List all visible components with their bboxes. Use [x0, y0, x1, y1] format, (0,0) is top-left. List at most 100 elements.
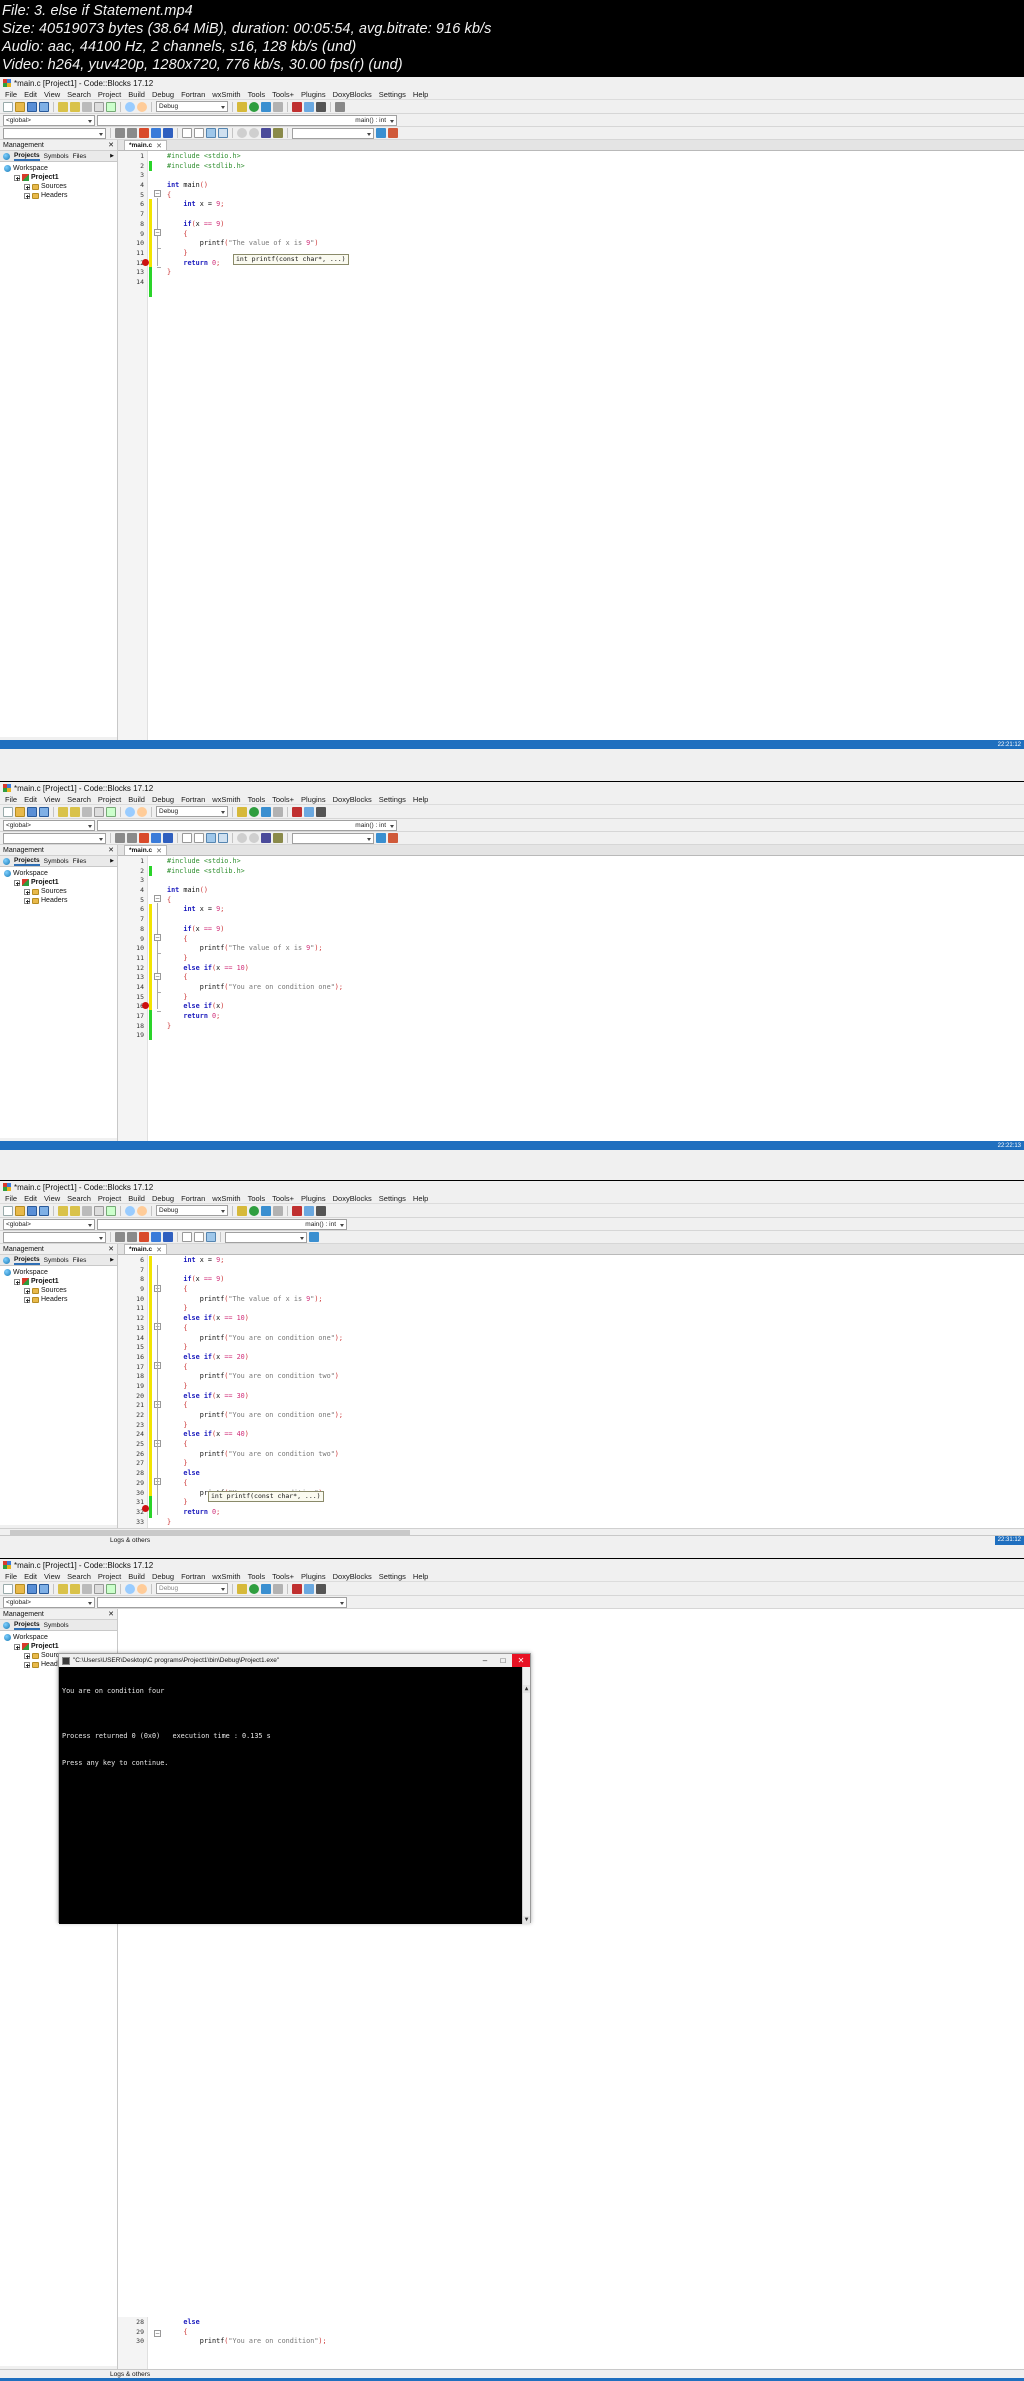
paste-icon[interactable]	[106, 1205, 116, 1216]
code-line[interactable]: {	[167, 896, 1024, 906]
search-combo[interactable]	[3, 832, 106, 844]
scope-global-combo[interactable]: <global>	[3, 114, 95, 126]
frame-icon[interactable]	[218, 833, 228, 843]
paste-icon[interactable]	[106, 806, 116, 817]
menu-wxsmith[interactable]: wxSmith	[212, 795, 240, 804]
new-file-icon[interactable]	[3, 1583, 13, 1594]
fold-toggle[interactable]: –	[154, 973, 161, 980]
code-line[interactable]: int main()	[167, 886, 1024, 896]
undo-icon[interactable]	[58, 1205, 68, 1216]
menu-project[interactable]: Project	[98, 1572, 121, 1581]
scope-toolbar-2[interactable]: <global> main() : int	[0, 819, 1024, 832]
run-icon[interactable]	[249, 101, 259, 112]
menu-build[interactable]: Build	[128, 1194, 145, 1203]
bookmark-icon[interactable]	[151, 128, 161, 138]
replace-icon[interactable]	[137, 101, 147, 112]
debug-continue-icon[interactable]	[292, 806, 302, 817]
tab-projects[interactable]: Projects	[14, 152, 40, 161]
tree-node-project1[interactable]: Project1	[0, 1277, 117, 1286]
menu-file[interactable]: File	[5, 90, 17, 99]
code-line[interactable]: printf("You are on condition two")	[167, 1450, 1024, 1460]
code-line[interactable]: }	[167, 993, 1024, 1003]
tree-node-project1[interactable]: Project1	[0, 878, 117, 887]
menu-build[interactable]: Build	[128, 90, 145, 99]
code-view-3[interactable]: 6 7 8 9 10 11 12 13 14 15 16 17 18 19 20 21 22 23 24 25 26 27…	[118, 1255, 1024, 1528]
close-icon[interactable]: ✕	[108, 846, 114, 854]
close-icon[interactable]: ✕	[156, 1246, 162, 1254]
menu-bar-4[interactable]: File Edit View Search Project Build Debu…	[0, 1571, 1024, 1582]
console-title-bar[interactable]: "C:\Users\USER\Desktop\C programs\Projec…	[59, 1654, 530, 1667]
tab-projects[interactable]: Projects	[14, 1621, 40, 1630]
code-line[interactable]: {	[167, 1363, 1024, 1373]
code-line[interactable]: {	[167, 1440, 1024, 1450]
cut-icon[interactable]	[82, 806, 92, 817]
debug-continue-icon[interactable]	[292, 101, 302, 112]
editor-tab-main-c[interactable]: *main.c ✕	[124, 1244, 167, 1254]
minimize-button[interactable]: –	[476, 1654, 494, 1667]
code-line[interactable]: {	[167, 1401, 1024, 1411]
redo-icon[interactable]	[70, 101, 80, 112]
fold-margin-3[interactable]: – – – – – –	[153, 1255, 163, 1528]
tab-projects[interactable]: Projects	[14, 857, 40, 866]
tree-node-workspace[interactable]: Workspace	[0, 164, 117, 173]
cut-icon[interactable]	[82, 1583, 92, 1594]
menu-plugins[interactable]: Plugins	[301, 90, 326, 99]
save-icon[interactable]	[27, 806, 37, 817]
doxy-settings-icon[interactable]	[388, 128, 398, 138]
code-line[interactable]: int x = 9;	[167, 1256, 1024, 1266]
breakpoint-marker[interactable]	[142, 259, 149, 266]
tabs-more-icon[interactable]: ▶	[110, 153, 114, 159]
management-tabs[interactable]: Projects Symbols Files ▶	[0, 1255, 117, 1266]
secondary-toolbar-1[interactable]	[0, 127, 1024, 140]
menu-toolsplus[interactable]: Tools+	[272, 795, 294, 804]
expand-icon[interactable]	[24, 183, 30, 190]
console-window[interactable]: "C:\Users\USER\Desktop\C programs\Projec…	[58, 1653, 531, 1924]
code-line[interactable]: }	[167, 954, 1024, 964]
code-line[interactable]: }	[167, 1382, 1024, 1392]
save-all-icon[interactable]	[39, 806, 49, 817]
replace-icon[interactable]	[137, 1205, 147, 1216]
management-tabs[interactable]: Projects Symbols Files ▶	[0, 856, 117, 867]
tab-symbols[interactable]: Symbols	[44, 1257, 69, 1264]
menu-view[interactable]: View	[44, 1194, 60, 1203]
tree-node-headers[interactable]: Headers	[0, 1295, 117, 1304]
code-line[interactable]: int x = 9;	[167, 905, 1024, 915]
expand-icon[interactable]	[14, 1643, 20, 1650]
zoom-out-icon[interactable]	[249, 128, 259, 138]
code-line[interactable]: printf("You are on condition one");	[167, 1334, 1024, 1344]
tree-node-sources[interactable]: Sources	[0, 1286, 117, 1295]
scope-toolbar-1[interactable]: <global> main() : int	[0, 114, 1024, 127]
scope-symbol-combo[interactable]: main() : int	[97, 114, 397, 126]
code-line[interactable]	[167, 210, 1024, 220]
find-icon[interactable]	[125, 1205, 135, 1216]
code-line[interactable]: }	[167, 1459, 1024, 1469]
menu-bar-2[interactable]: File Edit View Search Project Build Debu…	[0, 794, 1024, 805]
new-file-icon[interactable]	[3, 101, 13, 112]
logs-label[interactable]: Logs & others	[110, 1537, 150, 1544]
code-text-2[interactable]: #include <stdio.h> #include <stdlib.h> int…	[163, 856, 1024, 1141]
main-toolbar-4[interactable]: Debug	[0, 1582, 1024, 1596]
replace-icon[interactable]	[137, 806, 147, 817]
save-all-icon[interactable]	[39, 1583, 49, 1594]
tree-node-workspace[interactable]: Workspace	[0, 869, 117, 878]
fold-margin-2[interactable]: – – –	[153, 856, 163, 1141]
menu-doxyblocks[interactable]: DoxyBlocks	[333, 90, 372, 99]
editor-tab-row-3[interactable]: *main.c ✕	[118, 1244, 1024, 1255]
replace-icon[interactable]	[137, 1583, 147, 1594]
main-toolbar-3[interactable]: Debug	[0, 1204, 1024, 1218]
tab-files[interactable]: Files	[73, 1257, 87, 1264]
editor-tab-main-c[interactable]: *main.c ✕	[124, 845, 167, 855]
copy-icon[interactable]	[94, 101, 104, 112]
menu-project[interactable]: Project	[98, 90, 121, 99]
maximize-button[interactable]: □	[494, 1654, 512, 1667]
tree-node-sources[interactable]: Sources	[0, 887, 117, 896]
code-view-1[interactable]: 1 2 3 4 5 6 7 8 9 10 11 12 13 14 – – #include <stdio.…	[118, 151, 1024, 740]
new-file-icon[interactable]	[3, 1205, 13, 1216]
code-text-3[interactable]: int x = 9; if(x == 9) { printf("The valu…	[163, 1255, 1024, 1528]
menu-settings[interactable]: Settings	[379, 795, 406, 804]
menu-search[interactable]: Search	[67, 1572, 91, 1581]
comment-icon[interactable]	[261, 128, 271, 138]
undo-icon[interactable]	[58, 101, 68, 112]
open-file-icon[interactable]	[15, 1205, 25, 1216]
menu-edit[interactable]: Edit	[24, 1572, 37, 1581]
